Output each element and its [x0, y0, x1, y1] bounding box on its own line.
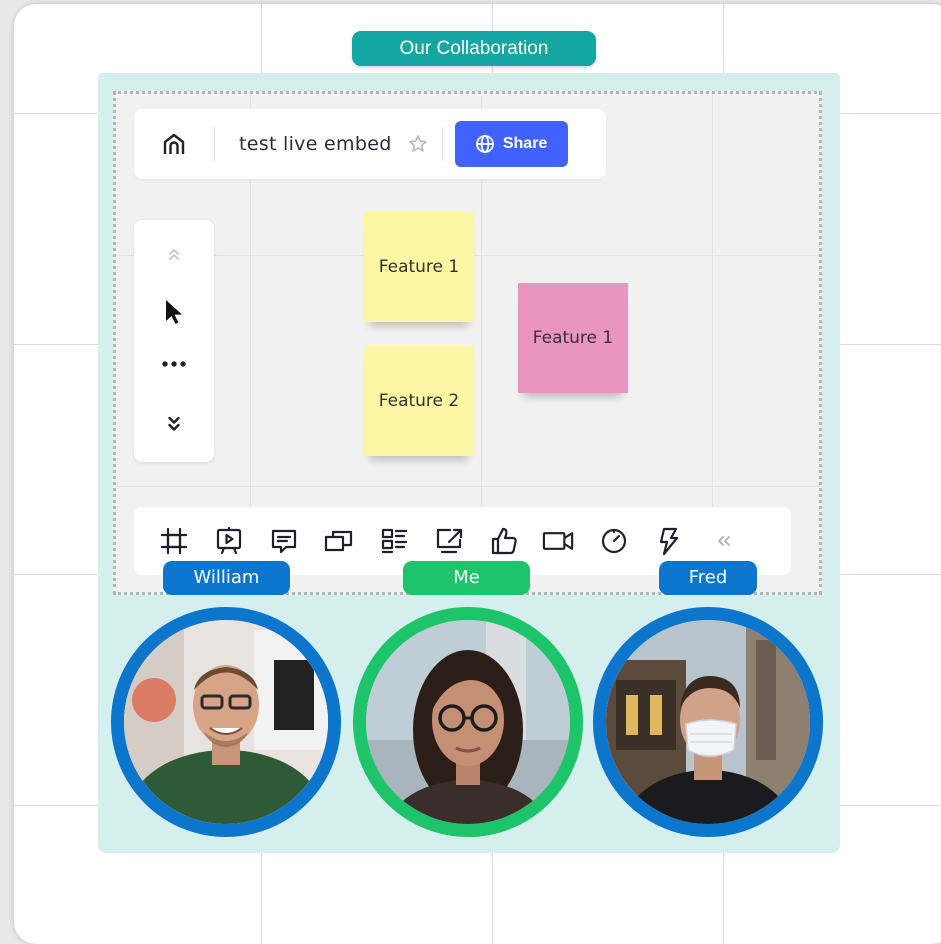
chevrons-up-icon[interactable] [134, 246, 214, 262]
sticky-note[interactable]: Feature 1 [364, 212, 474, 322]
chevrons-down-icon[interactable] [134, 414, 214, 434]
share-screen-icon[interactable] [431, 524, 466, 559]
participant-name-tag: William [163, 561, 290, 595]
grid-line [116, 486, 819, 487]
share-button[interactable]: Share [454, 121, 568, 167]
comment-icon[interactable] [266, 524, 301, 559]
sticky-note[interactable]: Feature 1 [518, 283, 628, 393]
sticky-note-text: Feature 1 [532, 328, 614, 348]
live-embed-board[interactable]: test live embed Share Feature 1 Feature … [113, 91, 822, 595]
person-photo [606, 620, 810, 824]
avatar-me[interactable] [353, 607, 583, 837]
presentation-icon[interactable] [211, 524, 246, 559]
thumbs-up-icon[interactable] [486, 524, 521, 559]
participant-name-tag: Me [403, 561, 530, 595]
avatar-william[interactable] [111, 607, 341, 837]
lightning-icon[interactable] [651, 524, 686, 559]
board-topbar: test live embed Share [134, 109, 606, 179]
avatar-fred[interactable] [593, 607, 823, 837]
left-toolbar [134, 220, 214, 462]
share-label: Share [502, 135, 548, 152]
video-icon[interactable] [541, 524, 576, 559]
star-icon[interactable] [408, 134, 428, 154]
sticky-note-text: Feature 1 [378, 257, 460, 277]
timer-icon[interactable] [596, 524, 631, 559]
participant-name-tag: Fred [659, 561, 757, 595]
more-icon[interactable] [134, 360, 214, 368]
kanban-icon[interactable] [376, 524, 411, 559]
sticky-note-text: Feature 2 [378, 391, 460, 411]
globe-icon [475, 135, 494, 153]
sticky-note[interactable]: Feature 2 [364, 346, 474, 456]
person-photo [366, 620, 570, 824]
home-icon[interactable] [134, 109, 214, 179]
frame-icon[interactable] [156, 524, 191, 559]
frame-title[interactable]: Our Collaboration [352, 31, 596, 66]
board-title[interactable]: test live embed [215, 133, 392, 155]
collapse-icon[interactable] [706, 524, 741, 559]
cursor-icon[interactable] [134, 298, 214, 326]
person-photo [124, 620, 328, 824]
divider [441, 127, 443, 161]
cards-icon[interactable] [321, 524, 356, 559]
